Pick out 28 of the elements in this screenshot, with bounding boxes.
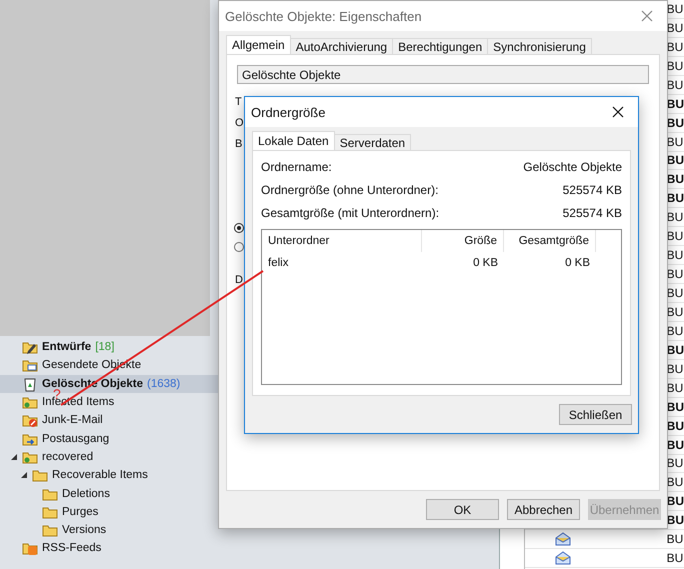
label-text: B — [235, 138, 242, 150]
field-value: Gelöschte Objekte — [523, 160, 622, 174]
window-title: Gelöschte Objekte: Eigenschaften — [225, 8, 422, 24]
item-count: [18] — [95, 341, 114, 354]
field-label: Ordnername: — [261, 160, 332, 174]
folder-name: Versions — [62, 524, 106, 536]
table-cell-text: 0 KB — [564, 257, 591, 269]
label-text: O — [235, 117, 244, 129]
window-title: Ordnergröße — [251, 104, 326, 120]
folder-name: Purges — [62, 506, 98, 518]
folder-name: Postausgang — [42, 432, 110, 445]
folder-name: RSS-Feeds — [42, 542, 102, 554]
table-cell-text: felix — [267, 257, 290, 269]
folder-name: recovered — [42, 450, 94, 463]
folder-name: Entwürfe — [42, 341, 92, 354]
label-text: D — [235, 274, 243, 286]
folder-name: Deletions — [62, 488, 110, 500]
label-text: T — [235, 96, 242, 108]
item-count: (1638) — [146, 378, 180, 390]
field-label: Gesamtgröße (mit Unterordnern): — [261, 206, 440, 220]
field-label: Ordnergröße (ohne Unterordner): — [261, 182, 438, 196]
field-value: 525574 KB — [562, 182, 622, 196]
message-sender: BU — [666, 532, 684, 546]
message-sender: BU — [666, 551, 684, 566]
field-value: 525574 KB — [562, 206, 622, 220]
table-cell-text: 0 KB — [472, 257, 499, 269]
folder-name: Recoverable Items — [52, 469, 148, 482]
folder-name: Junk-E-Mail — [42, 414, 103, 426]
